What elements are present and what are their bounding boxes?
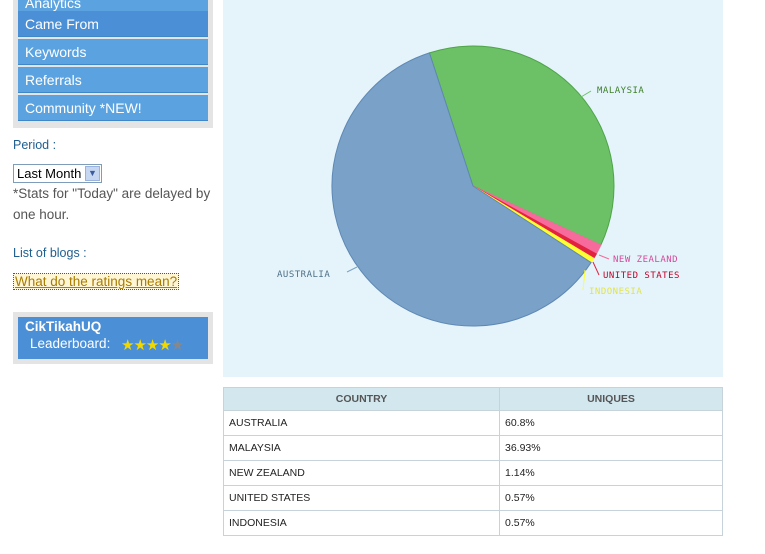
chart-panel: AUSTRALIA MALAYSIA NEW ZEALAND UNITED STATE…: [223, 0, 723, 377]
table-row: UNITED STATES 0.57%: [223, 485, 723, 511]
nav-item-referrals[interactable]: Referrals: [18, 67, 208, 93]
leaderboard-label: Leaderboard:: [30, 336, 111, 351]
sidebar-nav: Analytics Came From Keywords Referrals C…: [13, 0, 213, 128]
rating-stars: ★★★★★: [121, 336, 184, 354]
label-connector: [598, 254, 610, 260]
label-connector: [346, 266, 358, 273]
label-connector: [592, 261, 600, 276]
chevron-down-icon[interactable]: ▼: [85, 166, 100, 181]
period-select[interactable]: Last Month ▼: [13, 164, 102, 183]
period-select-value: Last Month: [17, 166, 82, 181]
country-cell: UNITED STATES: [223, 485, 500, 511]
star-icon: ★: [145, 337, 159, 354]
country-cell: MALAYSIA: [223, 435, 500, 461]
star-icon: ★: [121, 337, 134, 354]
uniques-cell: 0.57%: [499, 485, 723, 511]
delay-note: *Stats for "Today" are delayed by one ho…: [13, 186, 211, 222]
star-icon: ★: [133, 337, 146, 354]
country-cell: AUSTRALIA: [223, 410, 500, 436]
leaderboard-panel[interactable]: CikTikahUQ Leaderboard: ★★★★★: [18, 317, 208, 359]
label-connector: [580, 90, 592, 98]
ratings-help-link[interactable]: What do the ratings mean?: [13, 273, 180, 290]
pie-label-indonesia: INDONESIA: [589, 287, 642, 297]
table-row: INDONESIA 0.57%: [223, 510, 723, 536]
pie-label-malaysia: MALAYSIA: [597, 86, 644, 96]
country-cell: INDONESIA: [223, 510, 500, 536]
nav-item-community[interactable]: Community *NEW!: [18, 95, 208, 121]
country-cell: NEW ZEALAND: [223, 460, 500, 486]
country-table: COUNTRY UNIQUES AUSTRALIA 60.8% MALAYSIA…: [223, 387, 723, 536]
uniques-cell: 36.93%: [499, 435, 723, 461]
leaderboard-card: CikTikahUQ Leaderboard: ★★★★★: [13, 312, 213, 364]
uniques-cell: 0.57%: [499, 510, 723, 536]
star-icon: ★: [158, 337, 171, 354]
uniques-cell: 60.8%: [499, 410, 723, 436]
pie-label-new-zealand: NEW ZEALAND: [613, 255, 678, 265]
uniques-header[interactable]: UNIQUES: [499, 387, 723, 411]
pie-label-australia: AUSTRALIA: [277, 270, 330, 280]
table-row: NEW ZEALAND 1.14%: [223, 460, 723, 486]
star-icon: ★: [170, 337, 184, 354]
pie-label-united-states: UNITED STATES: [603, 271, 680, 281]
uniques-cell: 1.14%: [499, 460, 723, 486]
nav-item-keywords[interactable]: Keywords: [18, 39, 208, 65]
period-label: Period :: [13, 138, 57, 152]
country-pie-chart: AUSTRALIA MALAYSIA NEW ZEALAND UNITED STATE…: [277, 45, 680, 327]
table-row: AUSTRALIA 60.8%: [223, 410, 723, 436]
blogs-label: List of blogs :: [13, 246, 87, 260]
table-row: MALAYSIA 36.93%: [223, 435, 723, 461]
nav-item-came-from[interactable]: Came From: [18, 11, 208, 37]
blog-name[interactable]: CikTikahUQ: [25, 319, 101, 334]
country-header[interactable]: COUNTRY: [223, 387, 500, 411]
